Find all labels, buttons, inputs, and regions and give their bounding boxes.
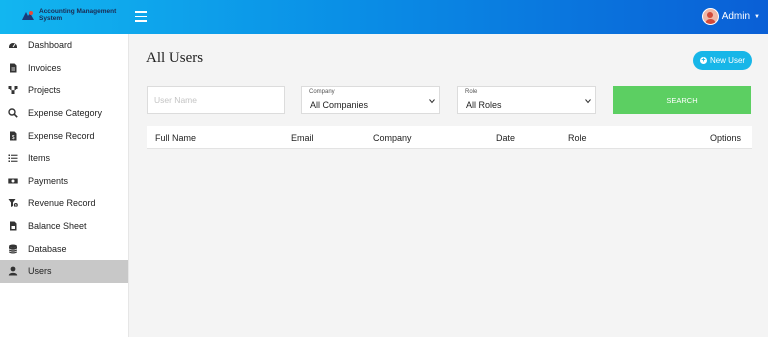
column-header-options: Options	[710, 133, 742, 143]
search-icon	[8, 108, 18, 118]
column-header-date[interactable]: Date	[496, 133, 515, 143]
sidebar-item-label: Expense Category	[28, 108, 103, 119]
money-icon	[8, 176, 18, 186]
top-bar: Accounting Management System Admin ▼	[0, 0, 768, 34]
sidebar-item-invoices[interactable]: Invoices	[0, 57, 128, 80]
app-title-line2: System	[39, 15, 63, 22]
sidebar-item-label: Database	[28, 243, 67, 254]
new-user-label: New User	[709, 56, 746, 65]
user-menu[interactable]: Admin ▼	[701, 8, 760, 25]
sidebar-item-projects[interactable]: Projects	[0, 79, 128, 102]
company-value: All Companies	[310, 100, 369, 110]
sidebar-item-label: Payments	[28, 175, 69, 186]
new-user-button[interactable]: + New User	[693, 51, 752, 70]
sidebar-item-items[interactable]: Items	[0, 147, 128, 170]
sidebar-item-label: Revenue Record	[28, 198, 96, 209]
role-caption: Role	[465, 89, 478, 95]
sidebar-item-label: Users	[28, 266, 52, 277]
sidebar-item-label: Balance Sheet	[28, 221, 87, 232]
svg-text:$: $	[12, 135, 15, 141]
sidebar-item-users[interactable]: Users	[0, 259, 128, 283]
dashboard-icon	[8, 40, 18, 50]
role-select[interactable]: Role All Roles	[457, 86, 596, 114]
sidebar-item-label: Projects	[28, 85, 61, 96]
avatar	[701, 8, 719, 25]
sidebar-item-label: Items	[28, 153, 51, 164]
sidebar-item-balance-sheet[interactable]: Balance Sheet	[0, 215, 128, 238]
column-header-company[interactable]: Company	[373, 133, 412, 143]
company-select[interactable]: Company All Companies	[301, 86, 440, 114]
invoice-icon	[8, 221, 18, 231]
sidebar-item-dashboard[interactable]: Dashboard	[0, 34, 128, 57]
sidebar-item-payments[interactable]: Payments	[0, 170, 128, 193]
main-content: All Users + New User Company All Compani…	[129, 34, 768, 337]
users-table: Full Name Email Company Date Role Option…	[147, 126, 752, 149]
file-dollar-icon: $	[8, 131, 18, 141]
app-title-line1: Accounting Management	[39, 8, 117, 15]
file-icon	[8, 63, 18, 73]
sitemap-icon	[8, 85, 18, 95]
user-name: Admin	[721, 11, 751, 22]
sidebar-item-label: Expense Record	[28, 130, 95, 141]
chevron-down-icon	[585, 98, 591, 104]
page-title: All Users	[146, 50, 204, 66]
column-header-full-name[interactable]: Full Name	[155, 133, 196, 143]
role-value: All Roles	[466, 100, 502, 110]
company-caption: Company	[309, 89, 335, 95]
menu-toggle-icon[interactable]	[135, 11, 147, 22]
sidebar-item-label: Invoices	[28, 62, 62, 73]
sidebar-item-label: Dashboard	[28, 40, 73, 51]
chevron-down-icon	[429, 98, 435, 104]
svg-text:$: $	[15, 204, 17, 208]
caret-down-icon: ▼	[754, 13, 760, 20]
list-icon	[8, 153, 18, 163]
sidebar: Dashboard Invoices Projects Expense Cate…	[0, 34, 129, 337]
sidebar-item-database[interactable]: Database	[0, 237, 128, 260]
plus-icon: +	[699, 57, 707, 64]
sidebar-item-expense-record[interactable]: $ Expense Record	[0, 124, 128, 147]
column-header-email[interactable]: Email	[291, 133, 314, 143]
brand[interactable]: Accounting Management System	[20, 8, 116, 23]
logo-icon	[20, 9, 36, 23]
user-name-input[interactable]	[147, 86, 285, 114]
filter-dollar-icon: $	[8, 198, 18, 208]
database-icon	[8, 244, 18, 254]
search-button[interactable]: SEARCH	[613, 86, 751, 114]
column-header-role[interactable]: Role	[568, 133, 587, 143]
sidebar-item-revenue-record[interactable]: $ Revenue Record	[0, 192, 128, 215]
user-icon	[8, 266, 18, 276]
sidebar-item-expense-category[interactable]: Expense Category	[0, 102, 128, 125]
